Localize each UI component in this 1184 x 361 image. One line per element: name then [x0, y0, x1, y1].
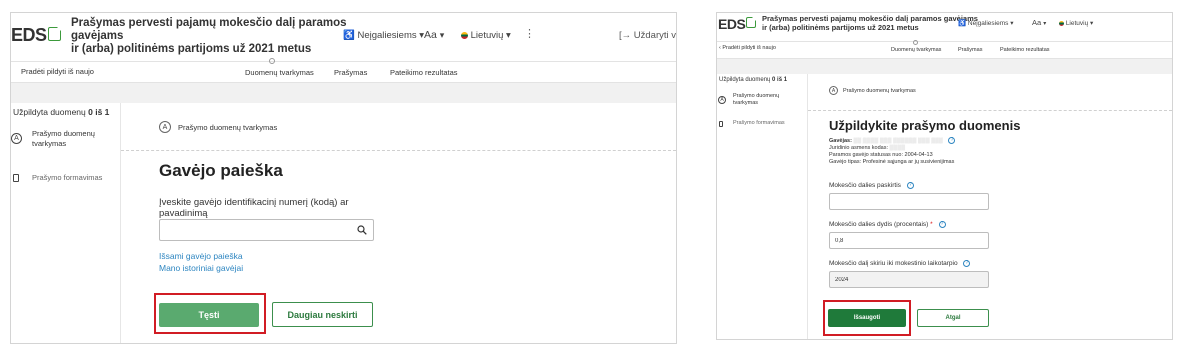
info-icon[interactable]: ? [938, 221, 946, 228]
progress-summary: Užpildyta duomenų 0 iš 1 [719, 77, 788, 83]
title-line-2: ir (arba) politinėms partijoms už 2021 m… [762, 22, 919, 32]
restart-link[interactable]: ‹ Pradėti pildyti iš naujo [719, 45, 776, 51]
chevron-down-icon: ▾ [1090, 20, 1094, 27]
wheelchair-icon: ♿ [343, 30, 355, 41]
step-a-icon: A [718, 96, 726, 104]
sidebar-item-form[interactable]: Prašymo formavimas [32, 173, 102, 182]
title-line-1: Prašymas pervesti pajamų mokesčio dalį p… [71, 17, 347, 29]
period-input[interactable] [829, 271, 989, 288]
document-logo-icon [746, 17, 757, 28]
step-indicator-icon [269, 58, 275, 64]
left-screenshot-panel: EDS Prašymas pervesti pajamų mokesčio da… [10, 12, 677, 344]
close-wizard-button[interactable]: [→ Uždaryti vedl [619, 30, 676, 41]
page-title: Prašymas pervesti pajamų mokesčio dalį p… [762, 14, 978, 32]
logo-text: EDS [11, 25, 47, 45]
step-header: A Prašymo duomenų tvarkymas [159, 121, 277, 133]
purpose-label: Mokesčio dalies paskirtis ? [829, 182, 914, 191]
period-label: Mokesčio dalį skiriu iki mokestinio laik… [829, 260, 971, 269]
redacted-text: ▒▒▒▒ [889, 145, 906, 152]
restart-link[interactable]: Pradėti pildyti iš naujo [21, 67, 94, 76]
document-icon [719, 121, 723, 127]
sidebar-item-data[interactable]: Prašymo duomenų tvarkymas [32, 129, 95, 149]
language-menu[interactable]: Lietuvių ▾ [461, 30, 511, 41]
search-field-label: Įveskite gavėjo identifikacinį numerį (k… [159, 197, 349, 219]
logo-text: EDS [718, 16, 746, 32]
app-header: EDS Prašymas pervesti pajamų mokesčio da… [717, 13, 1172, 41]
step-request[interactable]: Prašymas [334, 68, 367, 77]
highlight-box [823, 300, 911, 336]
dashed-divider [808, 110, 1172, 111]
document-icon [13, 174, 19, 182]
page-heading: Užpildykite prašymo duomenis [829, 118, 1021, 133]
font-size-menu[interactable]: Aa ▾ [1032, 18, 1046, 27]
redacted-text: ▒▒ ▒▒▒▒ ▒▒▒ ▒▒▒▒▒▒ ▒▒▒ ▒▒▒ [853, 137, 943, 144]
highlight-box [154, 293, 266, 334]
sidebar-item-data[interactable]: Prašymo duomenų tvarkymas [733, 93, 779, 108]
eds-logo[interactable]: EDS [718, 16, 757, 32]
step-header: A Prašymo duomenų tvarkymas [829, 86, 916, 95]
step-request[interactable]: Prašymas [958, 47, 982, 53]
percent-label: Mokesčio dalies dydis (procentais) * ? [829, 221, 946, 230]
step-indicator-icon [913, 40, 918, 45]
title-line-3: ir (arba) politinėms partijoms už 2021 m… [71, 43, 312, 56]
recipient-info: Gavėjas: ▒▒ ▒▒▒▒ ▒▒▒ ▒▒▒▒▒▒ ▒▒▒ ▒▒▒ ? Ju… [829, 137, 956, 166]
step-navigation: ‹ Pradėti pildyti iš naujo Duomenų tvark… [717, 40, 1172, 59]
main-content: A Prašymo duomenų tvarkymas Užpildykite … [808, 74, 1172, 339]
chevron-down-icon: ▾ [1043, 21, 1047, 27]
info-icon[interactable]: ? [963, 260, 971, 267]
lithuania-flag-icon [1059, 20, 1064, 26]
gray-divider [717, 59, 1172, 74]
sidebar: Užpildyta duomenų 0 iš 1 A Prašymo duome… [11, 103, 121, 343]
chevron-down-icon: ▾ [506, 30, 511, 41]
wheelchair-icon: ♿ [958, 20, 967, 27]
advanced-search-link[interactable]: Išsami gavėjo paieška [159, 251, 243, 262]
eds-logo[interactable]: EDS [11, 25, 61, 46]
step-data[interactable]: Duomenų tvarkymas [245, 68, 314, 77]
step-result[interactable]: Pateikimo rezultatas [390, 68, 458, 77]
chevron-down-icon: ▾ [1010, 20, 1014, 27]
progress-summary: Užpildyta duomenų 0 iš 1 [13, 107, 110, 117]
search-icon[interactable] [357, 225, 367, 235]
lithuania-flag-icon [461, 31, 468, 39]
info-icon[interactable]: ? [948, 137, 956, 144]
sidebar-item-form[interactable]: Prašymo formavimas [733, 120, 785, 126]
language-menu[interactable]: Lietuvių ▾ [1059, 19, 1093, 27]
step-a-icon: A [11, 133, 22, 144]
accessibility-menu[interactable]: ♿ Neįgaliesiems ▾ [343, 30, 424, 41]
step-data[interactable]: Duomenų tvarkymas [891, 47, 941, 53]
step-navigation: Pradėti pildyti iš naujo Duomenų tvarkym… [11, 58, 676, 83]
step-badge: A [829, 86, 838, 95]
step-badge: A [159, 121, 171, 133]
history-recipients-link[interactable]: Mano istoriniai gavėjai [159, 263, 243, 274]
more-vertical-icon[interactable]: ⋮ [524, 27, 535, 40]
right-screenshot-panel: EDS Prašymas pervesti pajamų mokesčio da… [716, 12, 1173, 340]
no-more-button[interactable]: Daugiau neskirti [272, 302, 373, 327]
dashed-divider [121, 150, 676, 151]
back-button[interactable]: Atgal [917, 309, 989, 327]
font-size-menu[interactable]: Aa ▾ [424, 29, 444, 41]
sidebar: Užpildyta duomenų 0 iš 1 A Prašymo duome… [717, 74, 808, 339]
exit-icon: [→ [619, 30, 632, 41]
info-icon[interactable]: ? [906, 182, 914, 189]
recipient-search-input[interactable] [159, 219, 374, 241]
accessibility-menu[interactable]: ♿ Neįgaliesiems ▾ [958, 19, 1013, 27]
app-header: EDS Prašymas pervesti pajamų mokesčio da… [11, 13, 676, 61]
step-result[interactable]: Pateikimo rezultatas [1000, 47, 1050, 53]
page-title: Prašymas pervesti pajamų mokesčio dalį p… [71, 17, 347, 57]
main-content: A Prašymo duomenų tvarkymas Gavėjo paieš… [121, 103, 676, 343]
page-heading: Gavėjo paieška [159, 161, 283, 180]
percent-input[interactable] [829, 232, 989, 249]
chevron-down-icon: ▾ [439, 30, 445, 40]
document-logo-icon [47, 27, 61, 41]
title-line-2: gavėjams [71, 30, 124, 43]
purpose-input[interactable] [829, 193, 989, 210]
gray-divider [11, 83, 676, 103]
